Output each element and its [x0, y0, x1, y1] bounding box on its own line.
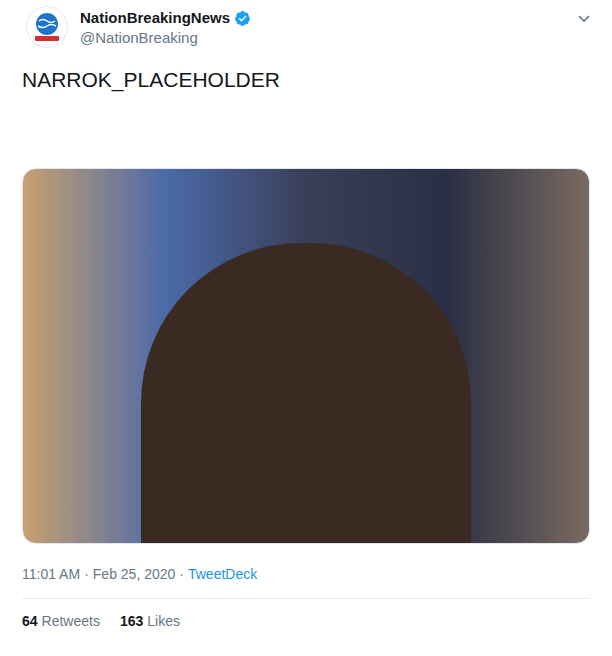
tweet-photo[interactable] — [22, 168, 590, 544]
chevron-icon[interactable] — [576, 10, 592, 26]
stat-item[interactable]: 64Retweets — [22, 611, 100, 631]
account-name[interactable]: NationBreakingNews — [80, 8, 230, 28]
stat-label: Likes — [147, 611, 180, 631]
tweet-date[interactable]: Feb 25, 2020 — [93, 564, 176, 584]
avatar-icon[interactable] — [26, 6, 68, 48]
account-handle[interactable]: @NationBreaking — [80, 28, 576, 48]
stat-item[interactable]: 163Likes — [120, 611, 180, 631]
verified-badge-icon — [234, 10, 251, 27]
stat-count: 64 — [22, 611, 38, 631]
tweet-time[interactable]: 11:01 AM — [22, 564, 80, 584]
stat-count: 163 — [120, 611, 143, 631]
tweet-card: NationBreakingNews @NationBreaking NARRO… — [0, 0, 612, 656]
tweet-source[interactable]: TweetDeck — [188, 564, 257, 584]
tweet-stats: 64Retweets 163Likes — [0, 599, 612, 631]
tweet-text: NARROK_PLACEHOLDER — [22, 64, 590, 157]
tweet-header: NationBreakingNews @NationBreaking — [0, 0, 612, 48]
tweet-meta: 11:01 AM · Feb 25, 2020 · TweetDeck — [0, 544, 612, 584]
stat-label: Retweets — [42, 611, 100, 631]
